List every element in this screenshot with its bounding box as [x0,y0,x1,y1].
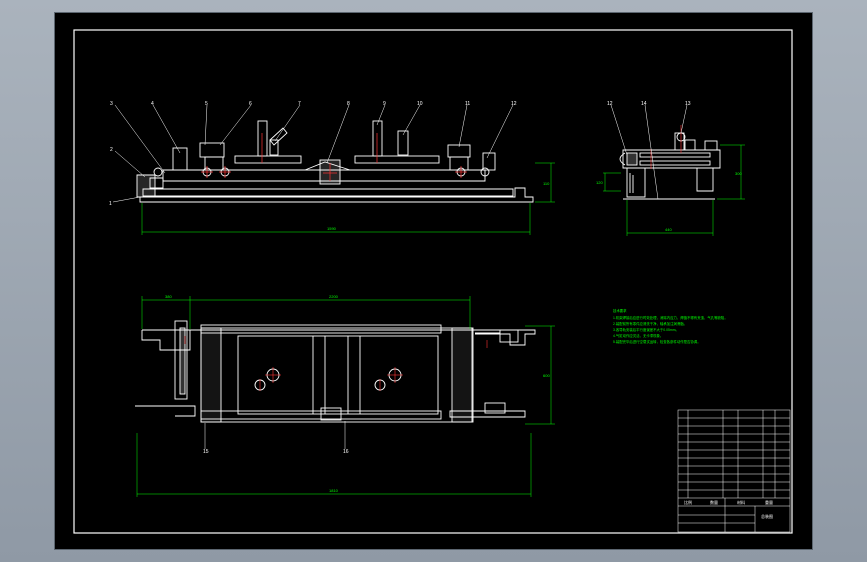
part-label: 12 [511,101,517,107]
side-dimensions [603,144,745,236]
part-label: 2 [110,147,113,153]
drawing-title: 总装图 [761,513,773,519]
cad-viewport[interactable]: 1 2 3 4 5 6 7 8 9 10 11 12 1590 110 12 1… [0,0,867,562]
part-label: 3 [110,101,113,107]
note-line: 1.机架焊接后应进行时效处理，消除内应力，焊缝不得有夹渣、气孔等缺陷。 [613,315,728,320]
title-footer: 比例 [684,499,692,505]
title-block [677,409,791,533]
dimension-text: 2200 [329,294,339,299]
note-line: 4.气缸动作应灵活，无卡滞现象。 [613,333,663,338]
side-centerlines [650,125,682,169]
dimension-text: 380 [165,294,172,299]
dimension-text: 110 [543,181,550,186]
notes-title: 技术要求 [613,308,627,313]
plan-centerlines [184,336,488,391]
side-view [619,132,721,200]
part-label: 9 [383,101,386,107]
dimension-text: 1810 [329,488,339,493]
front-part-labels: 1 2 3 4 5 6 7 8 9 10 11 12 [109,101,517,207]
part-label: 5 [205,101,208,107]
part-label: 8 [347,101,350,107]
title-footer: 数量 [710,499,718,505]
drawing-sheet: 1 2 3 4 5 6 7 8 9 10 11 12 1590 110 12 1… [55,13,812,549]
note-line: 5.装配完毕后进行空载试运转，检查各部件动作是否协调。 [613,339,701,344]
section-label: 15 [203,449,209,455]
front-dimensions [141,162,555,235]
title-footer: 材料 [737,499,745,505]
note-line: 2.装配前所有零件应清洗干净，轴承加注润滑脂。 [613,321,687,326]
title-footer: 重量 [765,499,773,505]
technical-notes: 技术要求 1.机架焊接后应进行时效处理，消除内应力，焊缝不得有夹渣、气孔等缺陷。… [613,308,728,344]
side-leaders [610,104,688,200]
part-label: 14 [641,101,647,107]
dimension-text: 440 [665,227,672,232]
plan-view [135,320,536,423]
drawing-canvas: 1 2 3 4 5 6 7 8 9 10 11 12 1590 110 12 1… [73,29,793,534]
part-label: 11 [465,101,470,107]
title-block-text: 比例 数量 材料 重量 总装图 [684,499,773,519]
part-label: 4 [151,101,154,107]
part-label: 7 [298,101,301,107]
part-label: 12 [607,101,613,107]
dimension-text: 300 [735,171,742,176]
dimension-text: 120 [596,180,603,185]
front-view [136,120,534,203]
plan-leaders [204,421,346,449]
dimension-text: 1590 [327,226,337,231]
part-label: 13 [685,101,691,107]
plan-dimensions [136,296,555,497]
part-label: 6 [249,101,252,107]
part-label: 1 [109,201,112,207]
part-label: 10 [417,101,423,107]
dimension-text: 600 [543,373,550,378]
section-label: 16 [343,449,349,455]
note-line: 3.各导轨安装后平行度误差不大于0.05mm。 [613,327,679,332]
